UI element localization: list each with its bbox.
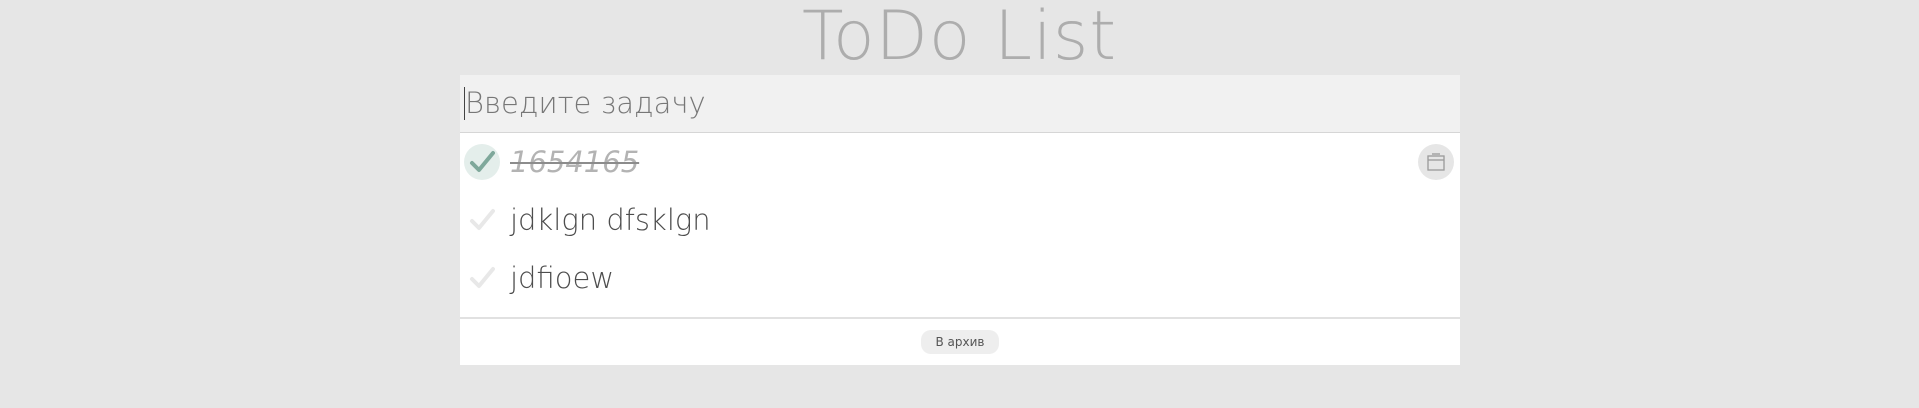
todo-item: jdfioew xyxy=(460,249,1460,307)
todo-item: jdklgn dfsklgn xyxy=(460,191,1460,249)
page-title: ToDo List xyxy=(801,0,1118,76)
checkmark-icon xyxy=(470,151,495,172)
checkmark-icon xyxy=(470,267,495,288)
archive-item-button[interactable] xyxy=(1418,144,1454,180)
archive-icon xyxy=(1427,153,1445,171)
todo-toggle[interactable] xyxy=(464,202,500,238)
todo-toggle[interactable] xyxy=(464,144,500,180)
archive-button[interactable]: В архив xyxy=(921,330,999,354)
todo-list: 1654165 jdklgn dfsklgn jdfioew xyxy=(460,133,1460,333)
todo-text: jdfioew xyxy=(510,261,615,295)
task-input-wrapper xyxy=(460,75,1460,133)
task-input[interactable] xyxy=(465,83,1445,123)
todo-item: 1654165 xyxy=(460,133,1460,191)
todo-toggle[interactable] xyxy=(464,260,500,296)
footer: В архив xyxy=(460,317,1460,367)
todo-app: 1654165 jdklgn dfsklgn xyxy=(460,75,1460,365)
checkmark-icon xyxy=(470,209,495,230)
todo-text: jdklgn dfsklgn xyxy=(510,203,711,237)
todo-text: 1654165 xyxy=(510,145,640,179)
